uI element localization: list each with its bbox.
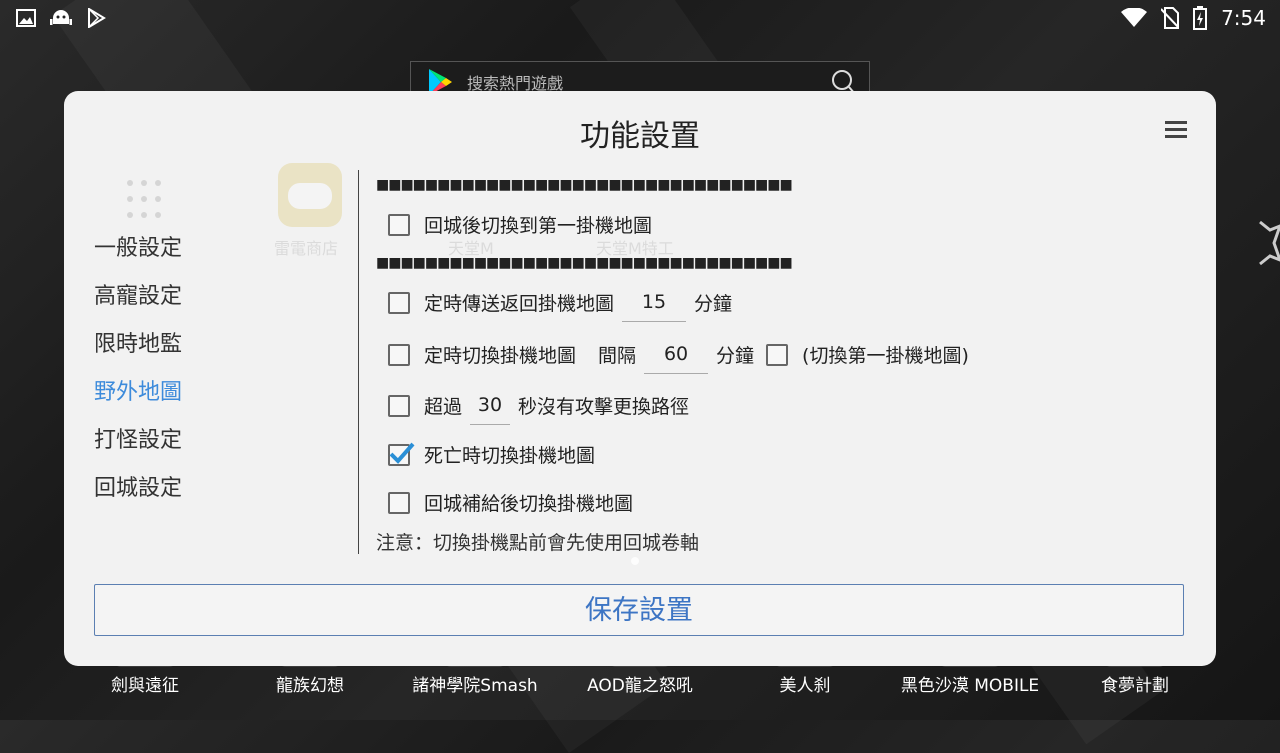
timed-teleport-minutes-input[interactable]: 15 [622,291,687,322]
play-store-icon [88,8,106,28]
image-icon [16,9,36,27]
option-no-attack: 超過 30 秒沒有攻擊更換路徑 [388,390,690,425]
app-label[interactable]: 龍族幻想 [276,671,344,696]
status-bar: 7:54 [0,0,1280,38]
app-label[interactable]: 美人刹 [780,671,831,696]
page-indicator-dot [631,557,639,565]
android-icon [50,10,72,25]
nav-item-field-map[interactable]: 野外地圖 [94,369,182,417]
battery-charging-icon [1193,6,1208,30]
clock: 7:54 [1221,6,1266,30]
note-text: 注意：切換掛機點前會先使用回城卷軸 [376,532,700,554]
nav-divider [358,170,359,554]
section-separator: ■■■■■■■■■■■■■■■■■■■■■■■■■■■■■■■■■■ [376,255,793,271]
gamepad-ghost-icon [278,163,342,227]
timed-switch-checkbox[interactable] [388,343,410,366]
no-attack-seconds-input[interactable]: 30 [470,394,511,425]
option-label: 回城補給後切換掛機地圖 [424,493,634,515]
app-label[interactable]: 諸神學院Smash [412,671,537,696]
app-label[interactable]: 食夢計劃 [1101,671,1169,696]
timed-teleport-checkbox[interactable] [388,291,410,314]
option-suffix: 秒沒有攻擊更換路徑 [518,396,690,418]
option-timed-switch: 定時切換掛機地圖 間隔 60 分鐘 (切換第一掛機地圖) [388,339,969,374]
grid-ghost-icon [127,180,161,218]
option-label: 死亡時切換掛機地圖 [424,445,596,467]
checkmark-icon [389,442,415,464]
sub-option-label: (切換第一掛機地圖) [802,345,969,367]
option-death-switch: 死亡時切換掛機地圖 [388,441,595,468]
nav-item-timed-dungeon[interactable]: 限時地監 [94,321,182,369]
save-button[interactable]: 保存設置 [94,584,1184,636]
option-resupply-switch: 回城補給後切換掛機地圖 [388,489,633,516]
death-switch-checkbox[interactable] [388,442,415,466]
wifi-icon [1121,8,1148,27]
floating-tool-icon[interactable] [1256,218,1280,268]
return-switch-first-checkbox[interactable] [388,213,410,236]
ghost-label: 雷電商店 [274,239,339,258]
no-sim-icon [1161,7,1180,29]
nav-item-general[interactable]: 一般設定 [94,225,182,273]
settings-nav: 一般設定 高寵設定 限時地監 野外地圖 打怪設定 回城設定 [94,225,182,513]
option-label: 定時切換掛機地圖 [424,345,577,367]
option-label: 定時傳送返回掛機地圖 [424,293,615,315]
interval-label: 間隔 [598,345,637,367]
menu-icon[interactable] [1165,121,1187,139]
option-prefix: 超過 [424,396,463,418]
option-return-switch-first: 回城後切換到第一掛機地圖 [388,211,652,238]
dialog-title: 功能設置 [580,119,700,154]
nav-item-combat[interactable]: 打怪設定 [94,417,182,465]
nav-item-pet[interactable]: 高寵設定 [94,273,182,321]
option-label: 回城後切換到第一掛機地圖 [424,215,653,237]
switch-first-map-checkbox[interactable] [766,343,789,366]
timed-switch-minutes-input[interactable]: 60 [644,343,709,374]
resupply-switch-checkbox[interactable] [388,491,410,514]
section-separator: ■■■■■■■■■■■■■■■■■■■■■■■■■■■■■■■■■■ [376,177,793,193]
app-label[interactable]: 黑色沙漠 MOBILE [901,671,1039,696]
unit-label: 分鐘 [716,345,755,367]
nav-item-return[interactable]: 回城設定 [94,465,182,513]
settings-dialog: 功能設置 雷電商店 天堂M 天堂M特工 一般設定 高寵設定 限時地監 野外地圖 … [64,91,1216,666]
option-timed-teleport: 定時傳送返回掛機地圖 15 分鐘 [388,287,733,322]
unit-label: 分鐘 [694,293,733,315]
app-label[interactable]: 劍與遠征 [111,671,179,696]
app-label[interactable]: AOD龍之怒吼 [587,671,693,696]
no-attack-checkbox[interactable] [388,394,410,417]
